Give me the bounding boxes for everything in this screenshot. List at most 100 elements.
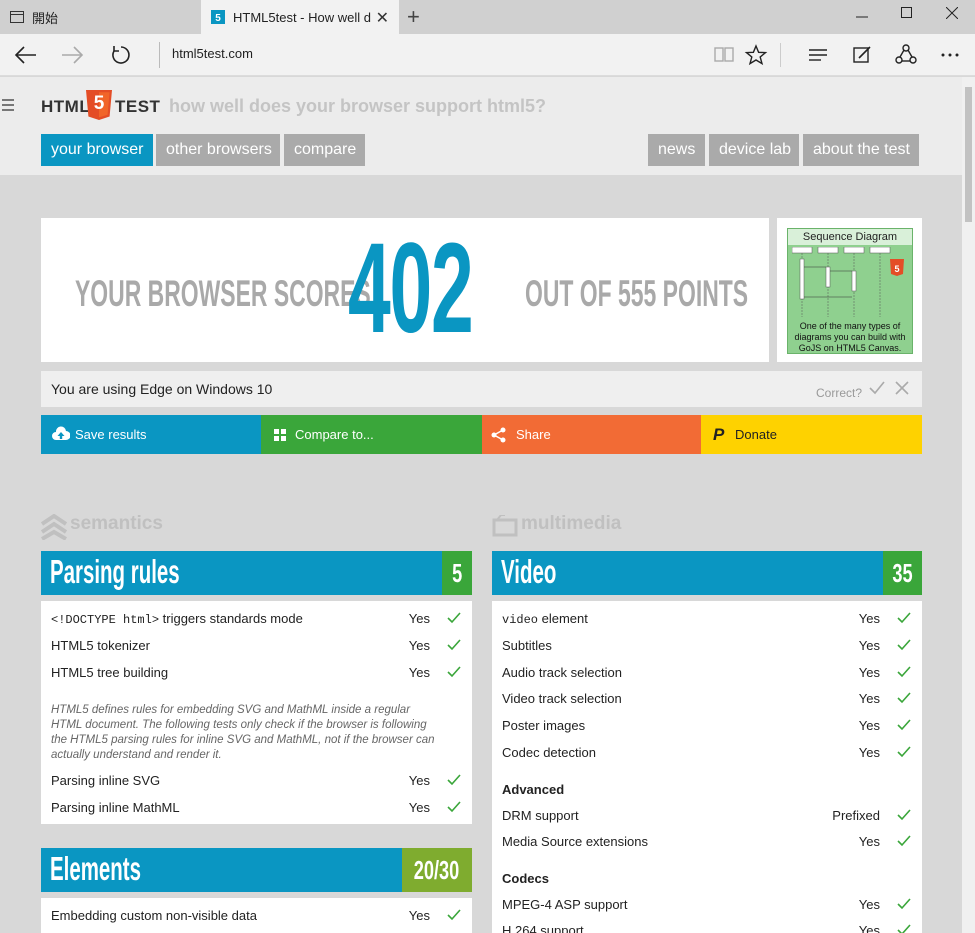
close-tab-icon[interactable]: ✕ <box>376 8 389 28</box>
tab-strip: 開始 5 HTML5test - How well d ✕ + <box>0 0 975 34</box>
codecs-subheading: Codecs <box>502 871 549 886</box>
maximize-icon[interactable] <box>897 6 917 26</box>
multimedia-film-icon <box>492 515 518 537</box>
advanced-subheading: Advanced <box>502 782 565 797</box>
nav-news[interactable]: news <box>648 134 705 166</box>
row-value: Yes <box>408 638 430 653</box>
reject-x-icon[interactable] <box>895 381 909 395</box>
parsing-rules-score: 5 <box>442 551 472 595</box>
tab-label: HTML5test - How well d <box>233 9 371 25</box>
advertisement[interactable]: Sequence Diagram 5 One of the many types… <box>777 218 922 362</box>
url-divider <box>159 42 160 68</box>
video-score: 35 <box>883 551 922 595</box>
video-title: Video <box>501 553 557 590</box>
logo-test-text: TEST <box>115 97 161 116</box>
reading-view-icon[interactable] <box>712 43 736 67</box>
parsing-note: HTML5 defines rules for embedding SVG an… <box>51 704 435 761</box>
row-value: Yes <box>408 665 430 680</box>
row-value: Yes <box>858 718 880 733</box>
row-value: Yes <box>858 691 880 706</box>
nav-other-browsers[interactable]: other browsers <box>156 134 280 166</box>
share-icon[interactable] <box>894 43 918 67</box>
list-item: Subtitles Yes <box>502 638 912 658</box>
check-icon <box>897 666 911 678</box>
web-note-icon[interactable] <box>850 43 874 67</box>
row-label: Parsing inline MathML <box>51 800 180 815</box>
parsing-rules-header[interactable]: Parsing rules 5 <box>41 551 472 595</box>
logo-html-text: HTML <box>41 97 91 116</box>
elements-header[interactable]: Elements 20/30 <box>41 848 472 892</box>
row-label: <!DOCTYPE html> triggers standards mode <box>51 611 303 627</box>
close-window-icon[interactable] <box>942 6 962 26</box>
svg-text:5: 5 <box>215 13 221 24</box>
row-label: DRM support <box>502 808 579 823</box>
parsing-score-value: 5 <box>451 558 463 588</box>
score-value: 402 <box>348 217 474 360</box>
hamburger-menu-icon[interactable] <box>2 99 14 114</box>
svg-text:P: P <box>713 425 725 443</box>
row-value: Yes <box>858 665 880 680</box>
nav-about-the-test[interactable]: about the test <box>803 134 919 166</box>
nav-your-browser[interactable]: your browser <box>41 134 153 166</box>
forward-icon[interactable] <box>60 43 86 67</box>
row-label: H.264 support <box>502 923 584 933</box>
check-icon <box>897 719 911 731</box>
browser-detection-bar: You are using Edge on Windows 10 Correct… <box>41 371 922 407</box>
row-label: Media Source extensions <box>502 834 648 849</box>
page-content: HTML 5 TEST how well does your browser s… <box>0 77 962 933</box>
minimize-icon[interactable] <box>852 6 872 26</box>
elements-card: Embedding custom non-visible data Yes <box>41 898 472 933</box>
scrollbar-thumb[interactable] <box>965 87 972 222</box>
logo-badge-text: 5 <box>93 93 105 114</box>
score-prefix: YOUR BROWSER SCORES <box>75 273 371 314</box>
list-item: H.264 support Yes <box>502 923 912 933</box>
more-menu-icon[interactable] <box>938 43 962 67</box>
row-value: Yes <box>858 834 880 849</box>
row-value: Yes <box>408 800 430 815</box>
video-header[interactable]: Video 35 <box>492 551 922 595</box>
hub-icon[interactable] <box>806 43 830 67</box>
confirm-check-icon[interactable] <box>869 381 885 395</box>
share-nodes-icon <box>491 427 506 443</box>
check-icon <box>447 666 461 678</box>
cloud-upload-icon <box>52 426 70 440</box>
save-results-label: Save results <box>75 427 147 442</box>
nav-device-lab[interactable]: device lab <box>709 134 799 166</box>
share-label: Share <box>516 427 551 442</box>
new-tab-icon[interactable]: + <box>407 4 420 30</box>
elements-title: Elements <box>50 850 141 887</box>
refresh-icon[interactable] <box>108 43 134 67</box>
back-icon[interactable] <box>12 43 38 67</box>
nav-compare[interactable]: compare <box>284 134 365 166</box>
row-code: video <box>502 613 539 627</box>
compare-to-button[interactable]: Compare to... <box>261 415 482 454</box>
semantics-heading: semantics <box>70 513 163 534</box>
donate-button[interactable]: P Donate <box>701 415 922 454</box>
favorite-star-icon[interactable] <box>744 43 768 67</box>
url-field[interactable]: html5test.com <box>172 46 253 61</box>
row-text: element <box>538 611 588 626</box>
row-text: triggers standards mode <box>159 611 303 626</box>
compare-to-label: Compare to... <box>295 427 374 442</box>
vertical-scrollbar[interactable] <box>962 77 975 933</box>
tab-html5test[interactable]: 5 HTML5test - How well d ✕ <box>201 0 399 34</box>
tab-start[interactable]: 開始 <box>0 0 200 34</box>
grid-icon <box>274 429 286 441</box>
check-icon <box>897 924 911 933</box>
row-label: Codec detection <box>502 745 596 760</box>
share-button[interactable]: Share <box>482 415 701 454</box>
row-label: Subtitles <box>502 638 552 653</box>
multimedia-heading: multimedia <box>521 513 622 534</box>
tab-label: 開始 <box>32 10 59 26</box>
list-item: Embedding custom non-visible data Yes <box>51 908 462 928</box>
row-value: Yes <box>408 773 430 788</box>
list-item: Parsing inline MathML Yes <box>51 800 462 820</box>
sequence-diagram-thumbnail: 5 <box>792 247 904 317</box>
list-item: MPEG-4 ASP support Yes <box>502 897 912 917</box>
save-results-button[interactable]: Save results <box>41 415 261 454</box>
row-value: Yes <box>858 745 880 760</box>
check-icon <box>897 746 911 758</box>
row-label: Embedding custom non-visible data <box>51 908 257 923</box>
check-icon <box>897 835 911 847</box>
row-value: Yes <box>858 923 880 933</box>
